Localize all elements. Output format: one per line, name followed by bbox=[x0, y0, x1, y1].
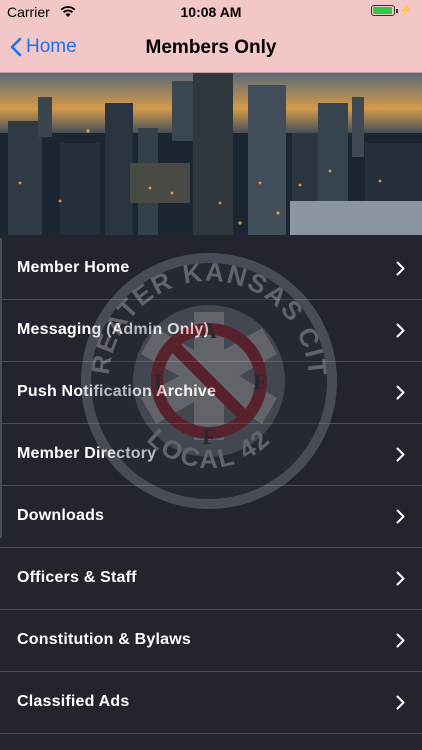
chevron-right-icon bbox=[396, 323, 405, 338]
members-menu: Member Home Messaging (Admin Only) Push … bbox=[0, 238, 422, 734]
menu-item-label: Constitution & Bylaws bbox=[17, 631, 191, 648]
page-title: Members Only bbox=[145, 37, 277, 58]
status-bar: Carrier 10:08 AM ⚡ bbox=[0, 0, 422, 24]
chevron-right-icon bbox=[396, 633, 405, 648]
menu-item-label: Messaging (Admin Only) bbox=[17, 321, 209, 338]
menu-item-member-home[interactable]: Member Home bbox=[0, 238, 422, 300]
menu-item-label: Member Directory bbox=[17, 445, 157, 462]
menu-item-label: Downloads bbox=[17, 507, 105, 524]
chevron-right-icon bbox=[396, 509, 405, 524]
menu-item-downloads[interactable]: Downloads bbox=[0, 486, 422, 548]
status-time: 10:08 AM bbox=[180, 4, 242, 20]
chevron-right-icon bbox=[396, 385, 405, 400]
chevron-right-icon bbox=[396, 695, 405, 710]
menu-item-classified-ads[interactable]: Classified Ads bbox=[0, 672, 422, 734]
menu-item-label: Push Notification Archive bbox=[17, 383, 217, 400]
menu-item-messaging[interactable]: Messaging (Admin Only) bbox=[0, 300, 422, 362]
chevron-right-icon bbox=[396, 447, 405, 462]
menu-item-push-notification-archive[interactable]: Push Notification Archive bbox=[0, 362, 422, 424]
chevron-right-icon bbox=[396, 571, 405, 586]
menu-item-member-directory[interactable]: Member Directory bbox=[0, 424, 422, 486]
battery-icon: ⚡ bbox=[370, 5, 412, 16]
menu-item-label: Member Home bbox=[17, 259, 130, 276]
menu-item-constitution-bylaws[interactable]: Constitution & Bylaws bbox=[0, 610, 422, 672]
chevron-right-icon bbox=[396, 261, 405, 276]
menu-item-label: Officers & Staff bbox=[17, 569, 137, 586]
navigation-bar: Home Members Only bbox=[0, 24, 422, 73]
menu-item-officers-staff[interactable]: Officers & Staff bbox=[0, 548, 422, 610]
menu-item-label: Classified Ads bbox=[17, 693, 130, 710]
city-skyline-banner bbox=[0, 73, 422, 235]
